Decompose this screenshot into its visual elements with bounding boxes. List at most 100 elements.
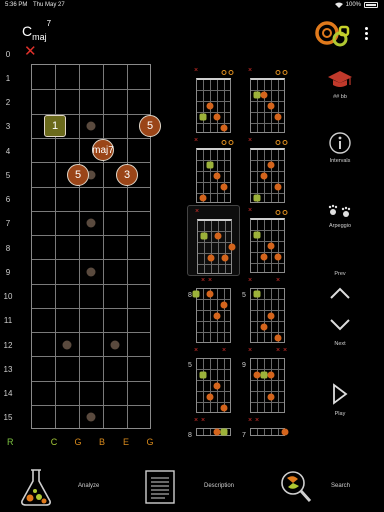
string-label[interactable]: B [99,437,105,447]
voicing-fret [251,171,284,172]
fret-line [32,211,150,212]
voicing-note-dot [221,254,229,261]
voicing-string [271,150,272,202]
search-icon[interactable] [279,469,313,505]
flask-icon[interactable] [18,467,54,507]
root-toggle[interactable]: R [7,437,14,447]
fret-inlay [86,412,96,422]
voicing-string [264,359,265,412]
voicing-string [278,150,279,202]
notation-toggle-button[interactable]: ## bb [327,68,353,100]
open-string-mark [282,70,288,75]
voicing-thumbnail[interactable]: × × 8 [188,277,235,345]
voicing-thumbnail[interactable]: × [247,67,289,135]
voicing-thumbnail[interactable]: × × 5 [242,277,289,345]
voicing-fret [197,171,230,172]
voicing-string [210,429,211,435]
voicing-thumbnail[interactable]: × × 7 [242,417,289,444]
voicing-fret [197,299,230,300]
voicing-note-dot [281,428,289,436]
note-marker[interactable]: 5 [139,115,161,137]
voicing-root-dot [260,371,268,378]
string-label[interactable]: C [51,437,58,447]
note-marker[interactable]: maj7 [92,139,114,161]
battery-icon [364,2,378,8]
voicing-grid [197,219,232,274]
fret-inlay [62,340,72,350]
open-string-mute-icon[interactable]: ✕ [24,44,37,59]
chord-quality: maj [32,31,47,42]
voicing-thumbnail[interactable]: × [248,207,289,275]
arpeggio-button[interactable]: Arpeggio [324,203,356,229]
voicing-fret-number: 5 [188,362,192,369]
voicing-string [217,80,218,132]
note-marker[interactable]: 3 [116,164,138,186]
fret-inlay [86,121,96,131]
document-icon[interactable] [145,470,175,504]
open-string-mark [221,70,227,75]
play-button[interactable]: Play [328,383,352,417]
fret-line [32,308,150,309]
voicing-thumbnail[interactable]: × × 8 [188,417,235,444]
voicing-root-dot [253,91,261,98]
open-string-mark [275,210,281,215]
voicing-string [203,429,204,435]
string-label[interactable]: E [123,437,129,447]
status-time: 5:36 PM [5,2,28,8]
app-logo-icon[interactable] [314,19,354,49]
fret-line [32,356,150,357]
chevron-up-icon [330,287,350,299]
voicing-fret [251,241,284,242]
status-date: Thu May 27 [33,2,65,8]
string-label[interactable]: G [74,437,81,447]
status-right: 100% [334,2,378,8]
voicing-note-dot [260,91,268,98]
next-button[interactable]: Next [326,318,354,347]
voicing-note-dot [274,183,282,190]
note-marker[interactable]: 5 [67,164,89,186]
note-marker-root[interactable]: 1 [44,115,66,137]
voicing-string [257,359,258,412]
voicing-string [271,429,272,435]
voicing-string [203,289,204,342]
voicing-fret [198,264,231,265]
fret-line [32,138,150,139]
muted-string-mark: × [200,277,206,284]
description-label[interactable]: Description [204,483,234,489]
voicing-note-dot [213,113,221,120]
fretboard[interactable]: 1 5 maj7 5 3 [31,64,161,429]
more-menu-icon[interactable] [361,27,371,43]
open-string-mark [221,140,227,145]
voicing-thumbnail[interactable]: × × 5 [188,347,235,415]
voicing-thumbnail[interactable]: × × × 9 [242,347,289,415]
voicing-note-dot [213,312,221,319]
voicing-string [271,359,272,412]
fret-line [32,284,150,285]
fret-number: 2 [5,98,11,107]
voicing-fret [251,380,284,381]
muted-string-mark: × [247,277,253,284]
voicing-fret-number: 9 [242,362,246,369]
string-line [79,65,80,428]
voicing-grid [250,428,285,436]
voicing-thumbnail[interactable]: × [248,137,289,205]
muted-string-mark: × [221,347,227,354]
search-label[interactable]: Search [331,483,350,489]
voicing-note-dot [206,102,214,109]
fret-line [32,332,150,333]
voicing-note-dot [199,194,207,201]
voicing-note-dot [213,428,221,436]
voicing-root-dot [192,290,200,297]
muted-string-mark: × [247,67,253,74]
voicing-fret [197,332,230,333]
prev-button[interactable]: Prev [326,271,354,300]
voicing-thumbnail[interactable]: × [194,67,235,135]
voicing-thumbnail[interactable]: × [194,137,235,205]
string-label[interactable]: G [146,437,153,447]
muted-string-mark: × [254,417,260,424]
voicing-note-dot [274,334,282,341]
intervals-button[interactable]: Intervals [324,131,356,164]
analyze-label[interactable]: Analyze [78,483,99,489]
voicing-thumbnail[interactable]: × [187,205,240,276]
fret-number: 6 [5,195,11,204]
